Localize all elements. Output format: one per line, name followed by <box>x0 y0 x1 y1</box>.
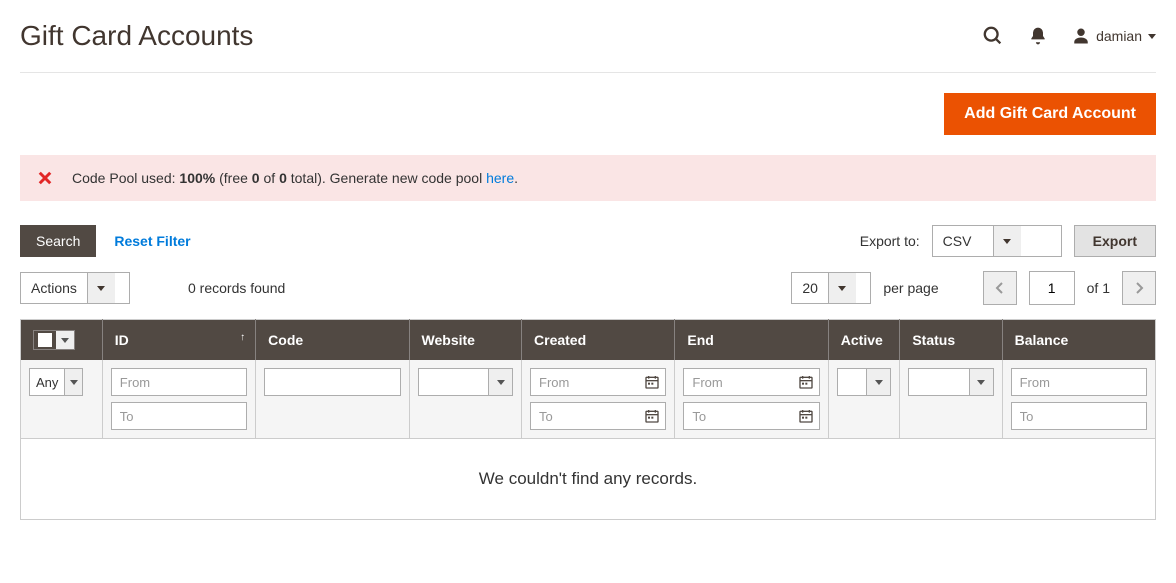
col-id[interactable]: ID↑ <box>102 320 255 361</box>
no-records-message: We couldn't find any records. <box>21 439 1156 520</box>
col-code[interactable]: Code <box>256 320 409 361</box>
col-balance[interactable]: Balance <box>1002 320 1155 361</box>
message-text: Code Pool used: 100% (free 0 of 0 total)… <box>72 170 518 186</box>
chevron-down-icon <box>488 369 512 395</box>
per-page-label: per page <box>883 280 938 296</box>
calendar-icon[interactable] <box>642 406 662 426</box>
filter-select-any[interactable]: Any <box>29 368 83 396</box>
filter-website-select[interactable] <box>418 368 513 396</box>
records-found-label: 0 records found <box>188 280 285 296</box>
chevron-down-icon <box>866 369 890 395</box>
col-status[interactable]: Status <box>900 320 1002 361</box>
user-icon <box>1072 27 1090 45</box>
filter-balance-from[interactable] <box>1011 368 1147 396</box>
username-label: damian <box>1096 28 1142 44</box>
chevron-down-icon <box>1148 34 1156 39</box>
filter-id-to[interactable] <box>111 402 247 430</box>
col-website[interactable]: Website <box>409 320 521 361</box>
export-button[interactable]: Export <box>1074 225 1156 257</box>
col-created[interactable]: Created <box>522 320 675 361</box>
generate-code-pool-link[interactable]: here <box>486 170 514 186</box>
filter-code[interactable] <box>264 368 400 396</box>
error-icon <box>36 169 54 187</box>
search-button[interactable]: Search <box>20 225 96 257</box>
page-input[interactable] <box>1029 271 1075 305</box>
chevron-down-icon <box>993 226 1021 256</box>
code-pool-message: Code Pool used: 100% (free 0 of 0 total)… <box>20 155 1156 201</box>
chevron-down-icon <box>87 273 115 303</box>
search-icon[interactable] <box>982 25 1004 47</box>
col-end[interactable]: End <box>675 320 828 361</box>
add-gift-card-account-button[interactable]: Add Gift Card Account <box>944 93 1156 135</box>
filter-status-select[interactable] <box>908 368 993 396</box>
per-page-select[interactable]: 20 <box>791 272 871 304</box>
notifications-icon[interactable] <box>1028 26 1048 46</box>
chevron-down-icon <box>969 369 993 395</box>
page-title: Gift Card Accounts <box>20 20 253 52</box>
filter-balance-to[interactable] <box>1011 402 1147 430</box>
export-to-label: Export to: <box>860 233 920 249</box>
user-menu[interactable]: damian <box>1072 27 1156 45</box>
reset-filter-link[interactable]: Reset Filter <box>114 233 190 249</box>
chevron-down-icon <box>64 369 82 395</box>
filter-active-select[interactable] <box>837 368 892 396</box>
prev-page-button[interactable] <box>983 271 1017 305</box>
export-format-select[interactable]: CSV <box>932 225 1062 257</box>
calendar-icon[interactable] <box>796 372 816 392</box>
col-active[interactable]: Active <box>828 320 900 361</box>
calendar-icon[interactable] <box>642 372 662 392</box>
calendar-icon[interactable] <box>796 406 816 426</box>
col-select-all[interactable] <box>21 320 103 361</box>
next-page-button[interactable] <box>1122 271 1156 305</box>
chevron-down-icon <box>828 273 856 303</box>
of-total-label: of 1 <box>1087 280 1110 296</box>
filter-id-from[interactable] <box>111 368 247 396</box>
actions-select[interactable]: Actions <box>20 272 130 304</box>
